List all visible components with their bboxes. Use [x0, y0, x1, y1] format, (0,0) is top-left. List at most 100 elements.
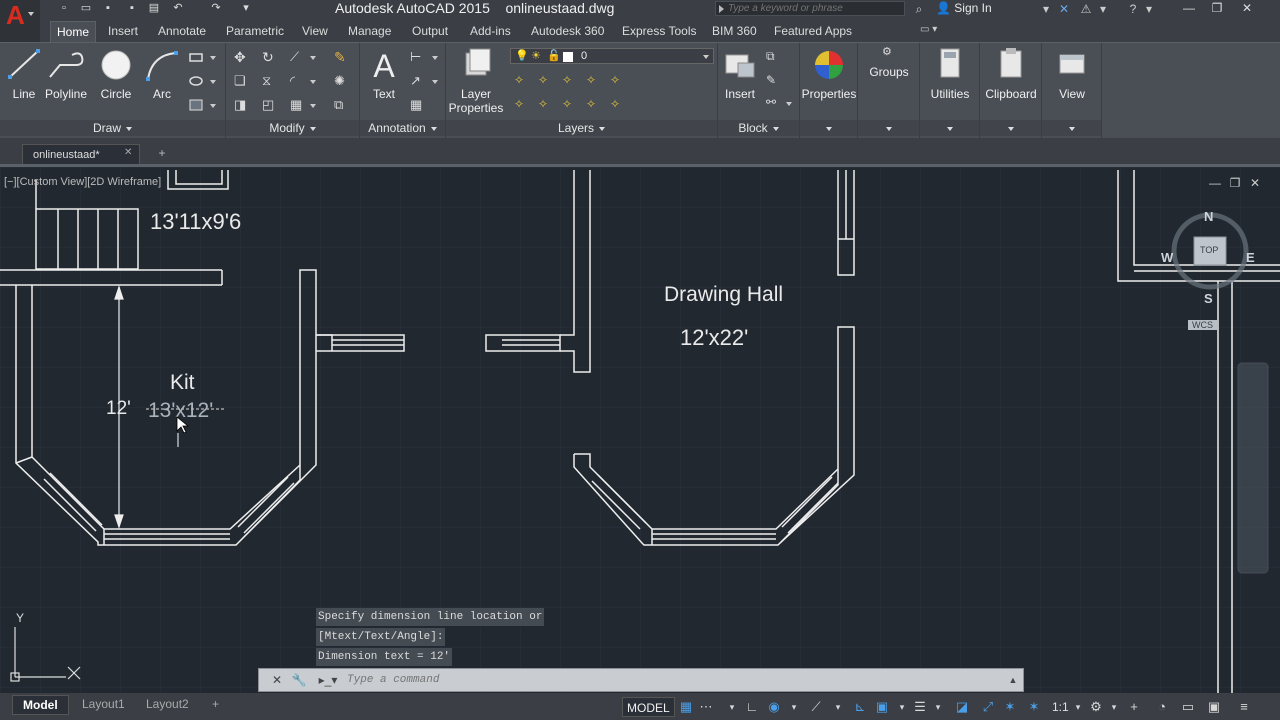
tab-bim-360[interactable]: BIM 360 — [706, 21, 763, 42]
polar-tracking-icon[interactable]: ◉ — [766, 699, 782, 715]
mirror-icon[interactable]: ⧖ — [262, 73, 278, 89]
view-panel-expand[interactable] — [1042, 120, 1101, 136]
polyline-button[interactable]: Polyline — [42, 47, 90, 107]
hardware-acceleration-icon[interactable]: ◔ — [1154, 699, 1170, 715]
edit-attributes-dropdown-icon[interactable] — [786, 102, 792, 106]
viewcube-east-label[interactable]: E — [1246, 250, 1255, 265]
tab-autodesk-360[interactable]: Autodesk 360 — [525, 21, 610, 42]
ribbon-minimize-toggle-icon[interactable]: ▭ ▾ — [920, 24, 942, 36]
minimize-icon[interactable]: — — [1176, 0, 1202, 17]
utilities-button[interactable]: Utilities — [926, 47, 974, 107]
command-input[interactable] — [347, 672, 1007, 688]
line-button[interactable]: Line — [0, 47, 48, 107]
text-button[interactable]: A Text — [360, 47, 408, 107]
viewport-minimize-icon[interactable]: — — [1206, 175, 1224, 191]
annotation-panel-title[interactable]: Annotation — [360, 120, 445, 136]
layout-tab-layout2[interactable]: Layout2 — [136, 695, 199, 715]
layout-tab-model[interactable]: Model — [12, 695, 69, 715]
offset-icon[interactable]: ⧉ — [334, 97, 350, 113]
annotation-visibility-icon[interactable]: ✶ — [1002, 699, 1018, 715]
new-file-icon[interactable]: ▫ — [58, 2, 70, 14]
tab-featured-apps[interactable]: Featured Apps — [768, 21, 858, 42]
object-snap-icon[interactable]: ▣ — [874, 699, 890, 715]
layout-tab-layout1[interactable]: Layout1 — [72, 695, 135, 715]
annotation-monitor-icon[interactable]: ⤢ — [980, 699, 996, 715]
tab-insert[interactable]: Insert — [102, 21, 144, 42]
erase-icon[interactable]: ✎ — [334, 49, 350, 65]
tab-express-tools[interactable]: Express Tools — [616, 21, 702, 42]
object-snap-dropdown-icon[interactable]: ▾ — [894, 699, 910, 715]
print-icon[interactable]: ▤ — [148, 2, 160, 14]
block-panel-title[interactable]: Block — [718, 120, 799, 136]
lineweight-dropdown-icon[interactable]: ▾ — [930, 699, 946, 715]
gradient-icon[interactable] — [188, 97, 204, 113]
layer-on-all-icon[interactable]: ✧ — [514, 97, 530, 113]
tab-annotate[interactable]: Annotate — [152, 21, 212, 42]
insert-block-button[interactable]: Insert — [716, 47, 764, 107]
search-expand-icon[interactable] — [719, 5, 724, 13]
groups-panel-expand[interactable] — [858, 120, 919, 136]
command-history-toggle-icon[interactable]: ▲ — [1005, 672, 1021, 688]
tab-view[interactable]: View — [296, 21, 334, 42]
selection-cycling-icon[interactable]: ◪ — [954, 699, 970, 715]
leader-dropdown-icon[interactable] — [432, 80, 438, 84]
wcs-menu[interactable]: WCS — [1188, 320, 1217, 330]
fillet-dropdown-icon[interactable] — [310, 80, 316, 84]
annotative-add-icon[interactable]: + — [1126, 699, 1142, 715]
binoculars-search-icon[interactable]: ⌕ — [908, 1, 930, 17]
new-tab-plus-icon[interactable]: + — [152, 146, 172, 162]
sign-in-dropdown-icon[interactable]: ▾ — [1040, 1, 1052, 17]
viewcube-top-face[interactable]: TOP — [1200, 245, 1218, 255]
workspace-dropdown-icon[interactable]: ▾ — [1106, 699, 1122, 715]
help-icon[interactable]: ? — [1124, 1, 1142, 17]
viewcube-north-label[interactable]: N — [1204, 209, 1213, 224]
clipboard-panel-expand[interactable] — [980, 120, 1041, 136]
hatch-dropdown-icon[interactable] — [210, 80, 216, 84]
rectangle-icon[interactable] — [188, 49, 204, 65]
viewcube-west-label[interactable]: W — [1161, 250, 1173, 265]
tab-home[interactable]: Home — [50, 21, 97, 42]
grid-display-icon[interactable]: ▦ — [678, 699, 694, 715]
isometric-dropdown-icon[interactable]: ▾ — [830, 699, 846, 715]
properties-button[interactable]: Properties — [802, 47, 856, 107]
stay-connected-dropdown-icon[interactable]: ▾ — [1098, 1, 1108, 17]
command-line-close-icon[interactable]: ✕ — [269, 672, 285, 688]
linear-dimension-icon[interactable]: ⊢ — [410, 49, 426, 65]
utilities-panel-expand[interactable] — [920, 120, 979, 136]
layer-isolate-icon[interactable]: ✧ — [538, 73, 554, 89]
navigation-bar[interactable] — [1237, 362, 1269, 574]
scale-icon[interactable]: ◰ — [262, 97, 278, 113]
rotate-icon[interactable]: ↻ — [262, 49, 278, 65]
help-dropdown-icon[interactable]: ▾ — [1144, 1, 1154, 17]
draw-panel-title[interactable]: Draw — [0, 120, 225, 136]
layer-dropdown[interactable]: 💡 ☀ 🔓 0 — [510, 48, 714, 64]
undo-icon[interactable]: ↶ — [172, 2, 184, 14]
array-dropdown-icon[interactable] — [310, 104, 316, 108]
trim-icon[interactable]: ⟋ — [290, 49, 306, 65]
leader-icon[interactable]: ↗ — [410, 73, 426, 89]
layers-panel-title[interactable]: Layers — [446, 120, 717, 136]
tab-parametric[interactable]: Parametric — [220, 21, 290, 42]
drawing-canvas[interactable]: [−][Custom View][2D Wireframe] — ❐ ✕ 13'… — [0, 167, 1280, 693]
properties-panel-expand[interactable] — [800, 120, 857, 136]
save-icon[interactable]: ▪ — [102, 2, 114, 14]
search-input[interactable] — [728, 2, 903, 15]
lineweight-icon[interactable]: ☰ — [912, 699, 928, 715]
file-tab-onlineustaad[interactable]: onlineustaad* ✕ — [22, 144, 140, 166]
viewport-close-icon[interactable]: ✕ — [1246, 175, 1264, 191]
array-icon[interactable]: ▦ — [290, 97, 306, 113]
layer-off-icon[interactable]: ✧ — [514, 73, 530, 89]
viewport-restore-icon[interactable]: ❐ — [1226, 175, 1244, 191]
tab-manage[interactable]: Manage — [342, 21, 397, 42]
hatch-icon[interactable] — [188, 73, 204, 89]
stretch-icon[interactable]: ◨ — [234, 97, 250, 113]
snap-dropdown-icon[interactable]: ▾ — [724, 699, 740, 715]
add-layout-icon[interactable]: + — [202, 695, 229, 715]
groups-button[interactable]: Groups — [858, 65, 920, 79]
application-menu-button[interactable]: A — [0, 0, 40, 42]
create-block-icon[interactable]: ⧉ — [766, 49, 782, 65]
customization-menu-icon[interactable]: ≡ — [1236, 699, 1252, 715]
gradient-dropdown-icon[interactable] — [210, 104, 216, 108]
layer-unlock-all-icon[interactable]: ✧ — [586, 97, 602, 113]
file-tab-close-icon[interactable]: ✕ — [124, 147, 132, 158]
